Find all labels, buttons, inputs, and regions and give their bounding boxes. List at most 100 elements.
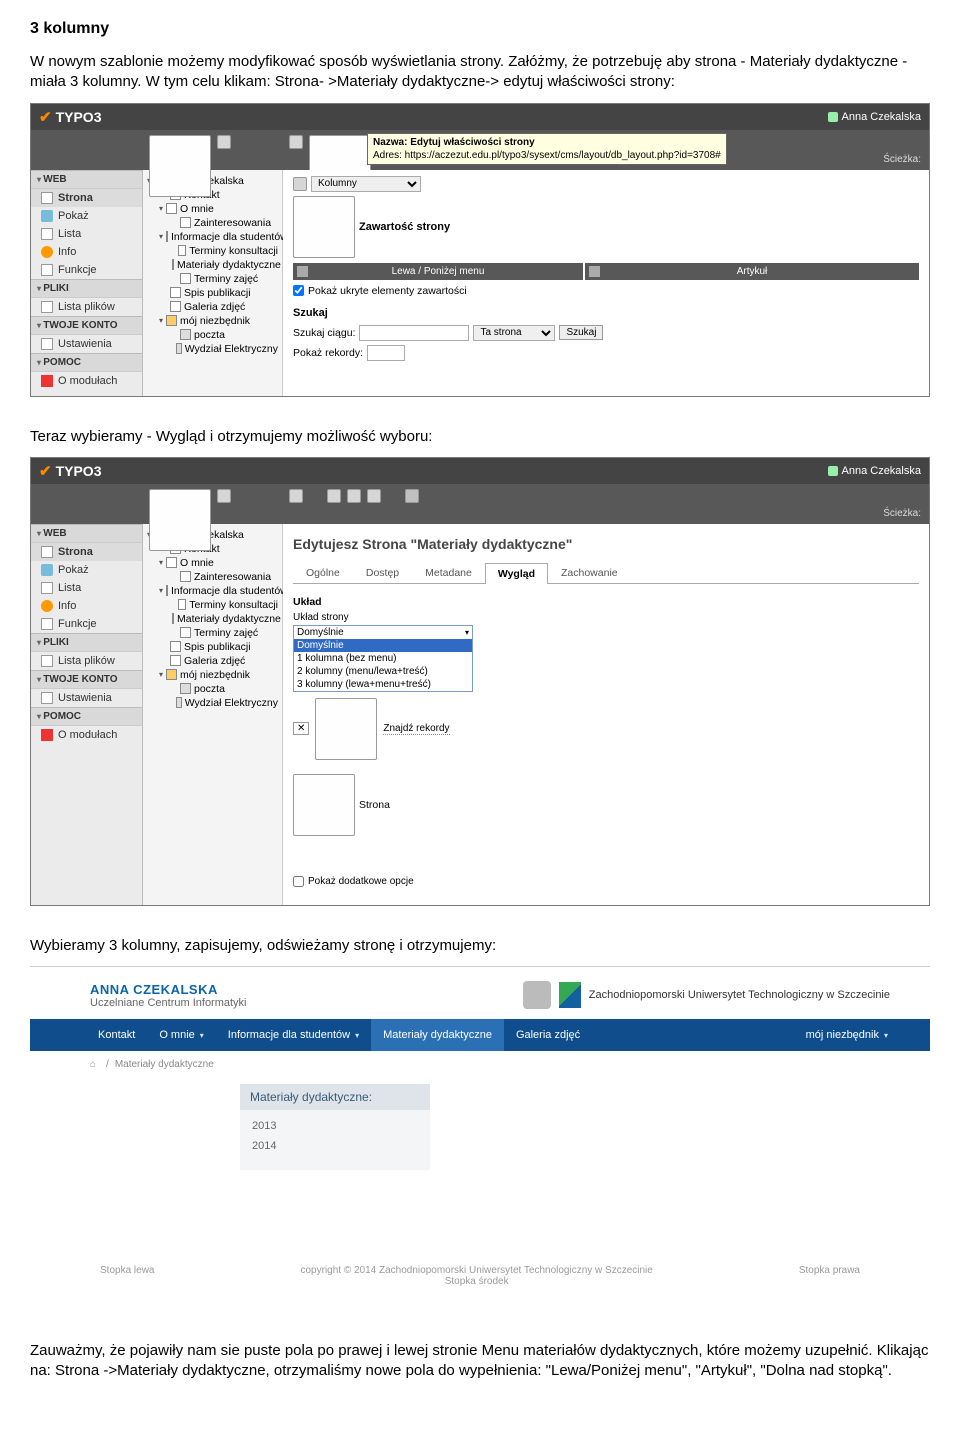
hidden-checkbox[interactable] xyxy=(293,285,304,296)
tab-ogólne[interactable]: Ogólne xyxy=(293,562,353,583)
nav-group-pomoc[interactable]: POMOC xyxy=(31,353,142,372)
nav-omodulach[interactable]: O modułach xyxy=(31,726,142,744)
menu-item[interactable]: Materiały dydaktyczne xyxy=(371,1019,504,1051)
col-add-icon[interactable] xyxy=(589,266,600,277)
filter-icon[interactable] xyxy=(217,489,231,503)
user-indicator[interactable]: Anna Czekalska xyxy=(828,111,922,123)
nav-pokaz[interactable]: Pokaż xyxy=(31,207,142,225)
content-icon xyxy=(293,196,355,258)
user-indicator[interactable]: Anna Czekalska xyxy=(828,465,922,477)
clear-icon[interactable]: ✕ xyxy=(293,722,309,735)
card-link[interactable]: 2014 xyxy=(252,1140,418,1152)
tree-node[interactable]: ▾O mnie xyxy=(143,202,282,216)
tree-node[interactable]: poczta xyxy=(143,682,282,696)
nav-info[interactable]: Info xyxy=(31,243,142,261)
tree-node[interactable]: Galeria zdjęć xyxy=(143,300,282,314)
view-select[interactable]: Kolumny xyxy=(311,176,421,192)
search-string-input[interactable] xyxy=(359,325,469,341)
new-page-icon[interactable] xyxy=(149,489,211,551)
search-scope-select[interactable]: Ta strona xyxy=(473,325,555,341)
tree-node[interactable]: Wydział Elektryczny xyxy=(143,696,282,710)
nav-group-konto[interactable]: TWOJE KONTO xyxy=(31,670,142,689)
card-link[interactable]: 2013 xyxy=(252,1120,418,1132)
tree-node[interactable]: Spis publikacji xyxy=(143,640,282,654)
caret-icon[interactable]: ▾ xyxy=(159,204,163,213)
nav-omodulach[interactable]: O modułach xyxy=(31,372,142,390)
tab-zachowanie[interactable]: Zachowanie xyxy=(548,562,631,583)
caret-icon[interactable]: ▾ xyxy=(159,586,163,595)
nav-funkcje[interactable]: Funkcje xyxy=(31,615,142,633)
save-view-icon[interactable] xyxy=(347,489,361,503)
tree-node[interactable]: Terminy konsultacji xyxy=(143,244,282,258)
tab-metadane[interactable]: Metadane xyxy=(412,562,485,583)
tree-node[interactable]: Zainteresowania xyxy=(143,216,282,230)
nav-group-web[interactable]: WEB xyxy=(31,524,142,543)
layout-option[interactable]: 1 kolumna (bez menu) xyxy=(294,652,472,665)
nav-lista[interactable]: Lista xyxy=(31,225,142,243)
tree-node[interactable]: ▾O mnie xyxy=(143,556,282,570)
show-records-input[interactable] xyxy=(367,345,405,361)
caret-icon[interactable]: ▾ xyxy=(159,316,163,325)
new-page-icon[interactable] xyxy=(149,135,211,197)
save-icon[interactable] xyxy=(327,489,341,503)
col-add-icon[interactable] xyxy=(297,266,308,277)
caret-icon[interactable]: ▾ xyxy=(159,558,163,567)
tree-node[interactable]: Galeria zdjęć xyxy=(143,654,282,668)
extra-options-checkbox[interactable] xyxy=(293,876,304,887)
save-close-icon[interactable] xyxy=(367,489,381,503)
delete-icon[interactable] xyxy=(405,489,419,503)
nav-group-web[interactable]: WEB xyxy=(31,170,142,189)
tree-node[interactable]: Materiały dydaktyczne xyxy=(143,612,282,626)
tree-node[interactable]: Terminy zajęć xyxy=(143,626,282,640)
layout-option[interactable]: 3 kolumny (lewa+menu+treść) xyxy=(294,678,472,691)
search-button[interactable]: Szukaj xyxy=(559,325,603,340)
menu-item[interactable]: Kontakt xyxy=(86,1019,147,1051)
nav-group-pomoc[interactable]: POMOC xyxy=(31,707,142,726)
find-records-link[interactable]: Znajdź rekordy xyxy=(383,723,449,735)
nav-pokaz[interactable]: Pokaż xyxy=(31,561,142,579)
layout-option[interactable]: Domyślnie xyxy=(294,639,472,652)
menu-item[interactable]: Galeria zdjęć xyxy=(504,1019,592,1051)
nav-lista[interactable]: Lista xyxy=(31,579,142,597)
nav-group-konto[interactable]: TWOJE KONTO xyxy=(31,316,142,335)
tree-node[interactable]: ▾mój niezbędnik xyxy=(143,668,282,682)
nav-group-pliki[interactable]: PLIKI xyxy=(31,279,142,298)
tree-node[interactable]: Terminy konsultacji xyxy=(143,598,282,612)
nav-strona[interactable]: Strona xyxy=(31,543,142,561)
tree-node[interactable]: Zainteresowania xyxy=(143,570,282,584)
nav-funkcje[interactable]: Funkcje xyxy=(31,261,142,279)
close-icon[interactable] xyxy=(289,489,303,503)
nav-group-pliki[interactable]: PLIKI xyxy=(31,633,142,652)
nav-ustawienia[interactable]: Ustawienia xyxy=(31,689,142,707)
tool-icon-1[interactable] xyxy=(289,135,303,149)
filter-icon[interactable] xyxy=(217,135,231,149)
tree-node[interactable]: ▾Informacje dla studentów xyxy=(143,584,282,598)
tab-wygląd[interactable]: Wygląd xyxy=(485,563,548,584)
nav-strona[interactable]: Strona xyxy=(31,189,142,207)
caret-icon[interactable]: ▾ xyxy=(159,232,163,241)
nav-lista-plikow[interactable]: Lista plików xyxy=(31,298,142,316)
tree-node[interactable]: Materiały dydaktyczne xyxy=(143,258,282,272)
func-icon xyxy=(41,618,53,630)
menu-item-right[interactable]: mój niezbędnik xyxy=(794,1019,900,1051)
home-icon[interactable] xyxy=(90,1059,100,1070)
layout-select[interactable]: Domyślnie Domyślnie1 kolumna (bez menu)2… xyxy=(293,625,473,692)
hidden-elements-toggle[interactable]: Pokaż ukryte elementy zawartości xyxy=(293,285,919,297)
menu-item[interactable]: O mnie xyxy=(147,1019,215,1051)
tree-node[interactable]: ▾Informacje dla studentów xyxy=(143,230,282,244)
caret-icon[interactable]: ▾ xyxy=(159,670,163,679)
tree-node[interactable]: poczta xyxy=(143,328,282,342)
browse-icon[interactable] xyxy=(315,698,377,760)
page-icon xyxy=(178,599,187,610)
menu-item[interactable]: Informacje dla studentów xyxy=(216,1019,371,1051)
tree-node[interactable]: Spis publikacji xyxy=(143,286,282,300)
tab-dostęp[interactable]: Dostęp xyxy=(353,562,412,583)
layout-option[interactable]: 2 kolumny (menu/lewa+treść) xyxy=(294,665,472,678)
tree-node[interactable]: ▾mój niezbędnik xyxy=(143,314,282,328)
nav-ustawienia[interactable]: Ustawienia xyxy=(31,335,142,353)
nav-lista-plikow[interactable]: Lista plików xyxy=(31,652,142,670)
tree-node[interactable]: Wydział Elektryczny xyxy=(143,342,282,356)
tree-node[interactable]: Terminy zajęć xyxy=(143,272,282,286)
strona-label: Strona xyxy=(359,799,390,811)
nav-info[interactable]: Info xyxy=(31,597,142,615)
